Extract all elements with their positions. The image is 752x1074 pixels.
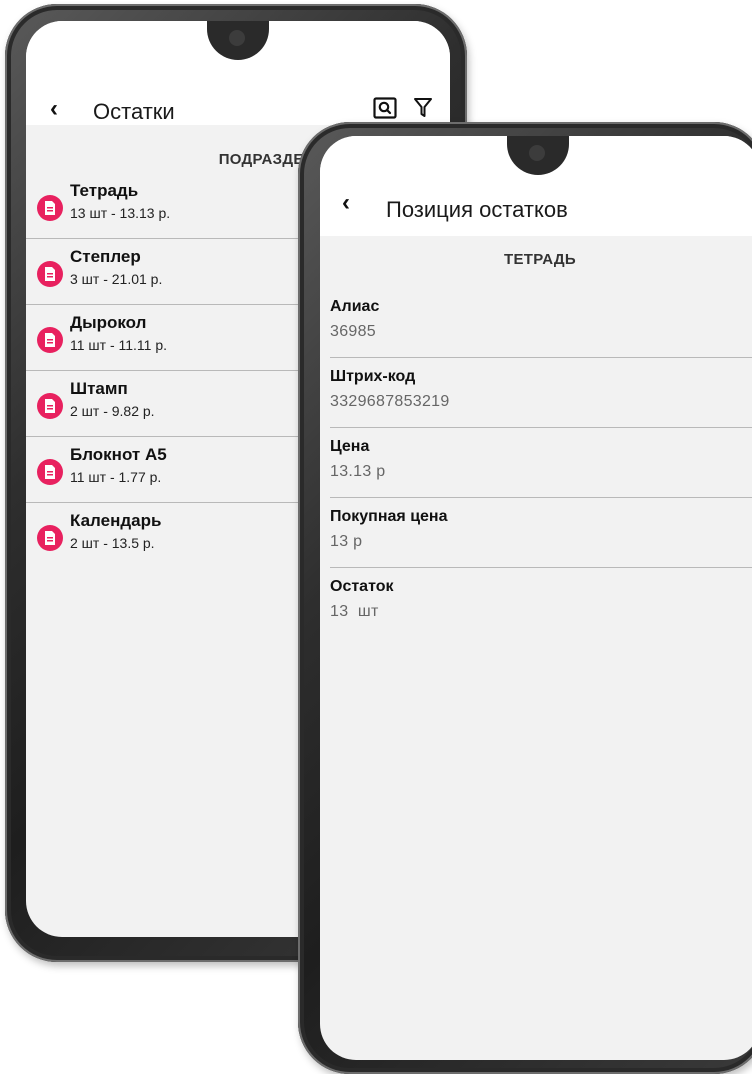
item-details: 2 шт - 9.82 р. (70, 403, 155, 419)
field-price: Цена 13.13 р (330, 428, 752, 498)
back-button[interactable]: ‹ (334, 191, 358, 215)
section-header: ТЕТРАДЬ (504, 251, 576, 268)
filter-icon (414, 98, 432, 117)
field-value: 36985 (330, 323, 376, 340)
filter-button[interactable] (410, 95, 436, 121)
field-label: Алиас (330, 298, 380, 315)
document-icon (37, 393, 63, 419)
document-icon (37, 327, 63, 353)
back-button[interactable]: ‹ (42, 97, 66, 121)
item-name: Блокнот А5 (70, 445, 167, 464)
document-icon (37, 525, 63, 551)
document-icon (37, 261, 63, 287)
item-name: Штамп (70, 379, 128, 398)
item-details: 2 шт - 13.5 р. (70, 535, 155, 551)
field-value: 13 р (330, 533, 363, 550)
document-icon (37, 459, 63, 485)
item-details: 3 шт - 21.01 р. (70, 271, 163, 287)
item-details: 11 шт - 1.77 р. (70, 469, 162, 485)
field-label: Штрих-код (330, 368, 416, 385)
field-barcode: Штрих-код 3329687853219 (330, 358, 752, 428)
field-value: 13 шт (330, 603, 379, 620)
field-value: 3329687853219 (330, 393, 450, 410)
chevron-left-icon: ‹ (342, 189, 350, 216)
search-icon (373, 97, 397, 119)
page-title: Позиция остатков (386, 197, 568, 222)
document-icon (37, 195, 63, 221)
field-purchase-price: Покупная цена 13 р (330, 498, 752, 568)
field-label: Цена (330, 438, 370, 455)
detail-screen: ‹ Позиция остатков ТЕТРАДЬ Алиас 36985 Ш… (320, 136, 752, 1060)
item-details: 11 шт - 11.11 р. (70, 337, 168, 353)
detail-fields: Алиас 36985 Штрих-код 3329687853219 Цена… (320, 288, 752, 638)
item-name: Тетрадь (70, 181, 139, 200)
field-label: Покупная цена (330, 508, 448, 525)
item-name: Дырокол (70, 313, 147, 332)
item-name: Календарь (70, 511, 162, 530)
field-value: 13.13 р (330, 463, 386, 480)
item-name: Степлер (70, 247, 141, 266)
field-stock: Остаток 13 шт (330, 568, 752, 638)
field-label: Остаток (330, 578, 394, 595)
chevron-left-icon: ‹ (50, 95, 58, 122)
phone-frame-detail: ‹ Позиция остатков ТЕТРАДЬ Алиас 36985 Ш… (298, 122, 752, 1074)
page-title: Остатки (93, 99, 175, 124)
item-details: 13 шт - 13.13 р. (70, 205, 171, 221)
search-button[interactable] (372, 95, 398, 121)
field-alias: Алиас 36985 (330, 288, 752, 358)
